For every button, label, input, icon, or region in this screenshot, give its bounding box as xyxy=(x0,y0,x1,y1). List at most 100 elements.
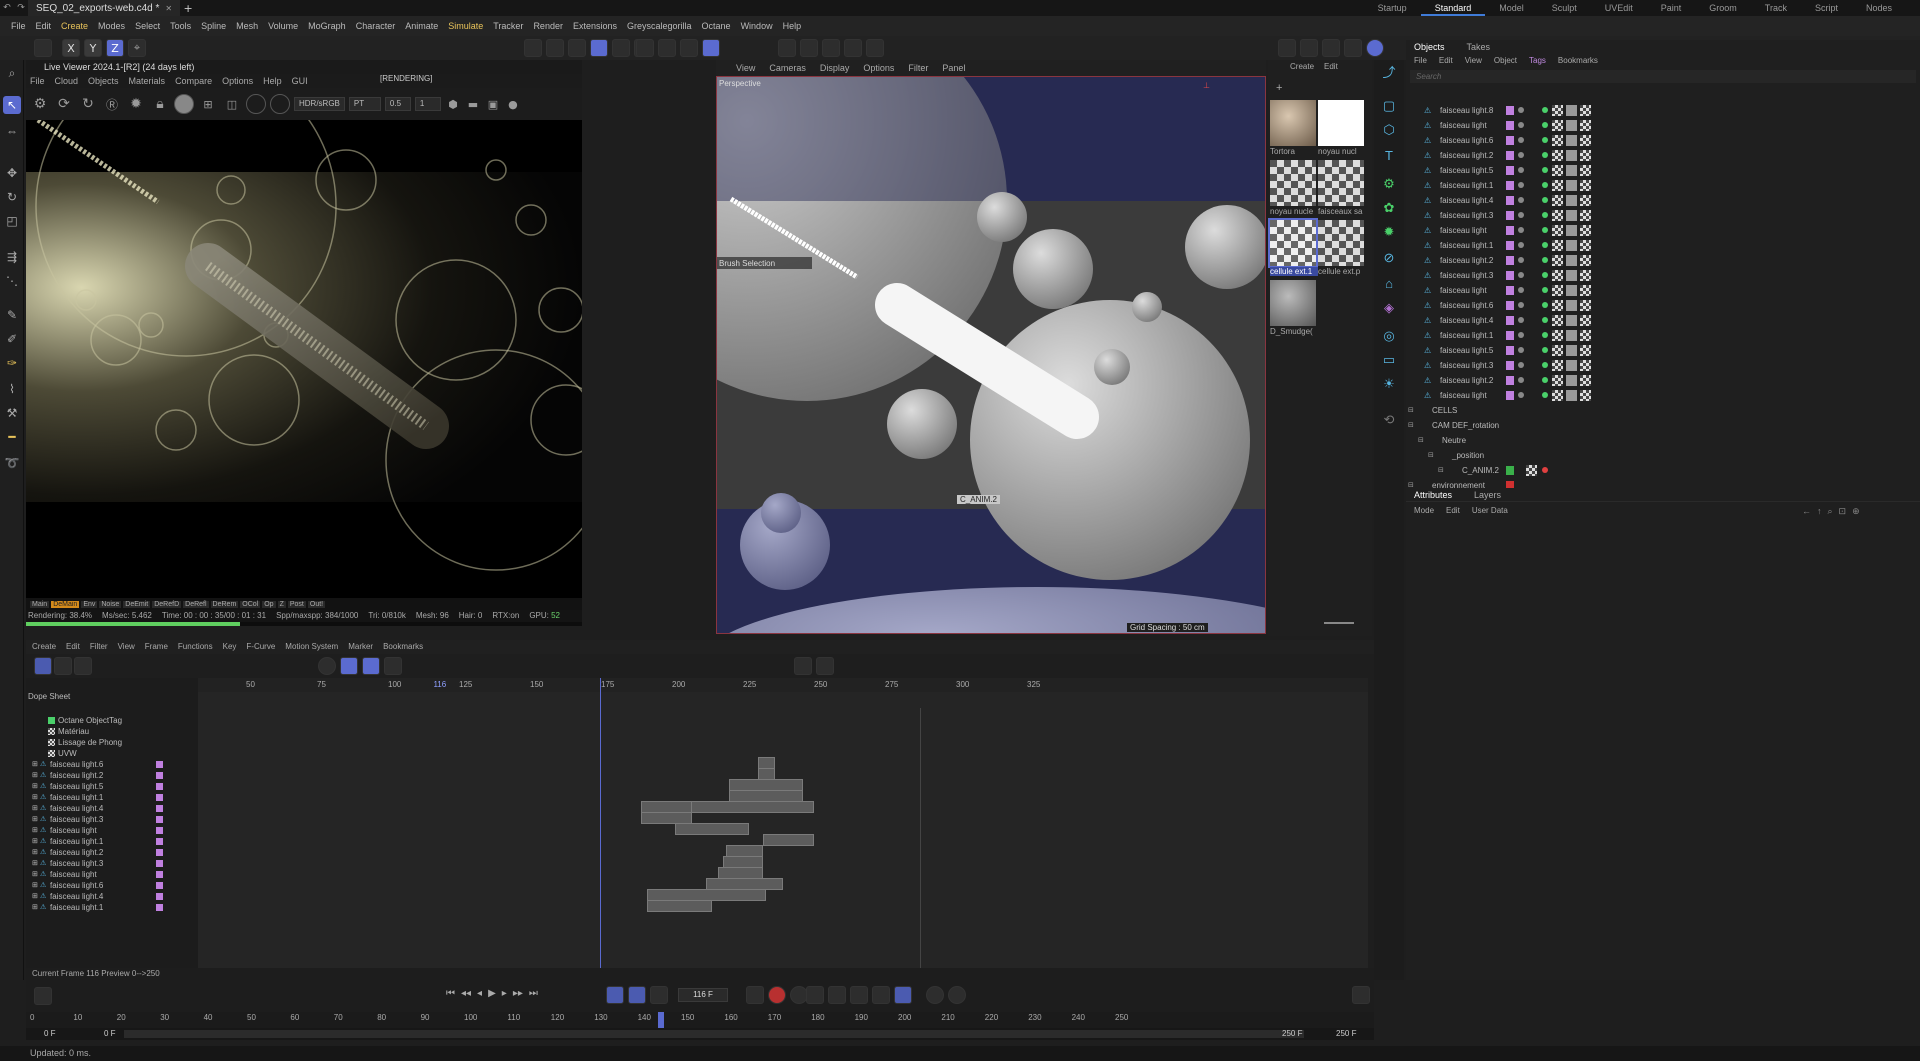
attr-menu-user-data[interactable]: User Data xyxy=(1472,504,1508,518)
uvw-tag-icon[interactable] xyxy=(1580,180,1591,191)
attr-tab-attributes[interactable]: Attributes xyxy=(1414,488,1452,501)
group-row[interactable]: ⊟ Neutre xyxy=(1406,433,1920,448)
search-icon[interactable]: ⌕ xyxy=(3,64,21,82)
uvw-tag-icon[interactable] xyxy=(1580,360,1591,371)
visibility-dot[interactable] xyxy=(1518,347,1524,353)
viewport-menu-panel[interactable]: Panel xyxy=(942,60,965,76)
timeline-menu-key[interactable]: Key xyxy=(223,640,237,654)
x-axis-button[interactable]: X xyxy=(62,39,80,57)
lv-menu-gui[interactable]: GUI xyxy=(292,74,308,88)
light-icon[interactable]: ☀ xyxy=(1380,376,1398,394)
material-swatch[interactable] xyxy=(1268,218,1318,268)
layout-tab-model[interactable]: Model xyxy=(1485,0,1538,16)
attr-menu-mode[interactable]: Mode xyxy=(1414,504,1434,518)
uvw-tag-icon[interactable] xyxy=(1580,150,1591,161)
layer-color-swatch[interactable] xyxy=(1506,466,1514,475)
phong-tag-icon[interactable] xyxy=(1566,285,1577,296)
uvw-tag-icon[interactable] xyxy=(1580,105,1591,116)
sound-icon[interactable] xyxy=(650,986,668,1004)
layer-color-swatch[interactable] xyxy=(1506,121,1514,130)
value-b-field[interactable]: 1 xyxy=(414,97,441,111)
material-tag-icon[interactable] xyxy=(1552,210,1563,221)
uvw-tag-icon[interactable] xyxy=(1580,300,1591,311)
material-menu-edit[interactable]: Edit xyxy=(1324,62,1338,71)
play-sync-icon[interactable]: ⚙ xyxy=(30,96,50,112)
loop-icon[interactable] xyxy=(606,986,624,1004)
menu-mesh[interactable]: Mesh xyxy=(231,21,263,31)
layer-color-swatch[interactable] xyxy=(1506,211,1514,220)
layer-mode-icon[interactable] xyxy=(74,657,92,675)
layout-tab-uvedit[interactable]: UVEdit xyxy=(1591,0,1647,16)
dopesheet-mode-icon[interactable] xyxy=(34,657,52,675)
live-render-icon[interactable] xyxy=(1366,39,1384,57)
scale-icon[interactable]: ◰ xyxy=(3,212,21,230)
timeline-menu-f-curve[interactable]: F-Curve xyxy=(246,640,275,654)
menu-animate[interactable]: Animate xyxy=(400,21,443,31)
enabled-check-icon[interactable] xyxy=(1542,182,1548,188)
expand-icon[interactable]: ⊟ xyxy=(1418,433,1424,448)
visibility-dot[interactable] xyxy=(1518,302,1524,308)
frame-ruler[interactable]: 255075100116125150175200225250275300325 xyxy=(198,678,1368,692)
render-view-icon[interactable] xyxy=(800,39,818,57)
keyframe-icon[interactable] xyxy=(34,987,52,1005)
object-row[interactable]: ⚠ faisceau light xyxy=(1406,118,1920,133)
track-row[interactable]: ⊞ ⚠ faisceau light.1 xyxy=(26,901,198,914)
phong-tag-icon[interactable] xyxy=(1566,135,1577,146)
marker-icon[interactable] xyxy=(794,657,812,675)
menu-simulate[interactable]: Simulate xyxy=(443,21,488,31)
spline-pen-icon[interactable]: ✑ xyxy=(3,354,21,372)
object-search-input[interactable]: Search xyxy=(1410,70,1916,83)
visibility-dot[interactable] xyxy=(1518,122,1524,128)
layer-color-swatch[interactable] xyxy=(1506,376,1514,385)
object-row[interactable]: ⚠ faisceau light.3 xyxy=(1406,268,1920,283)
range-end-a[interactable]: 250 F xyxy=(1282,1029,1302,1038)
layout-tab-startup[interactable]: Startup xyxy=(1364,0,1421,16)
visibility-dot[interactable] xyxy=(1518,317,1524,323)
range-start-a[interactable]: 0 F xyxy=(44,1029,56,1038)
menu-edit[interactable]: Edit xyxy=(31,21,57,31)
grid-snap-icon[interactable] xyxy=(702,39,720,57)
object-row[interactable]: ⚠ faisceau light.1 xyxy=(1406,328,1920,343)
timeline-menu-view[interactable]: View xyxy=(118,640,135,654)
edges-mode-icon[interactable] xyxy=(546,39,564,57)
workplane-icon[interactable] xyxy=(778,39,796,57)
restart-icon[interactable]: ⟳ xyxy=(54,96,74,112)
menu-tools[interactable]: Tools xyxy=(165,21,196,31)
z-axis-button[interactable]: Z xyxy=(106,39,124,57)
render-active-icon[interactable] xyxy=(1300,39,1318,57)
next-key-icon[interactable]: ▸▸ xyxy=(513,988,523,999)
prev-frame-icon[interactable]: ◂ xyxy=(477,988,482,999)
uvw-tag-icon[interactable] xyxy=(1580,345,1591,356)
prev-key-icon[interactable]: ◂◂ xyxy=(461,988,471,999)
pass-tab-derefd[interactable]: DeRefD xyxy=(152,600,182,608)
object-row[interactable]: ⚠ faisceau light.1 xyxy=(1406,238,1920,253)
object-row[interactable]: ⚠ faisceau light.6 xyxy=(1406,133,1920,148)
layout-tab-script[interactable]: Script xyxy=(1801,0,1852,16)
add-region-icon[interactable]: ⊞ xyxy=(198,98,218,111)
forward-icon[interactable]: ↷ xyxy=(14,3,28,13)
new-attr-icon[interactable]: ⊕ xyxy=(1852,506,1860,517)
region-icon[interactable]: Ⓡ xyxy=(102,96,122,113)
expand-icon[interactable]: ⊟ xyxy=(1428,448,1434,463)
uvw-tag-icon[interactable] xyxy=(1580,195,1591,206)
goto-start-icon[interactable]: ⏮ xyxy=(446,988,455,999)
pass-tab-out[interactable]: Out! xyxy=(307,600,326,608)
timeline-menu-marker[interactable]: Marker xyxy=(348,640,373,654)
menu-octane[interactable]: Octane xyxy=(697,21,736,31)
cube-icon[interactable]: ⬡ xyxy=(1380,122,1398,140)
lv-menu-compare[interactable]: Compare xyxy=(175,74,212,88)
effector-icon[interactable]: ✹ xyxy=(1380,224,1398,242)
sphere-icon[interactable] xyxy=(174,94,194,114)
menu-volume[interactable]: Volume xyxy=(263,21,303,31)
material-tag-icon[interactable] xyxy=(1552,270,1563,281)
back-icon[interactable]: ↶ xyxy=(0,3,14,13)
value-a-field[interactable]: 0.5 xyxy=(384,97,411,111)
layer-color-swatch[interactable] xyxy=(1506,181,1514,190)
snap-settings-icon[interactable] xyxy=(658,39,676,57)
layer-color-swatch[interactable] xyxy=(1506,316,1514,325)
uvw-tag-icon[interactable] xyxy=(1580,225,1591,236)
phong-tag-icon[interactable] xyxy=(1566,315,1577,326)
object-menu-object[interactable]: Object xyxy=(1494,54,1517,68)
sim-icon[interactable]: ◈ xyxy=(1380,300,1398,318)
phong-tag-icon[interactable] xyxy=(1566,255,1577,266)
